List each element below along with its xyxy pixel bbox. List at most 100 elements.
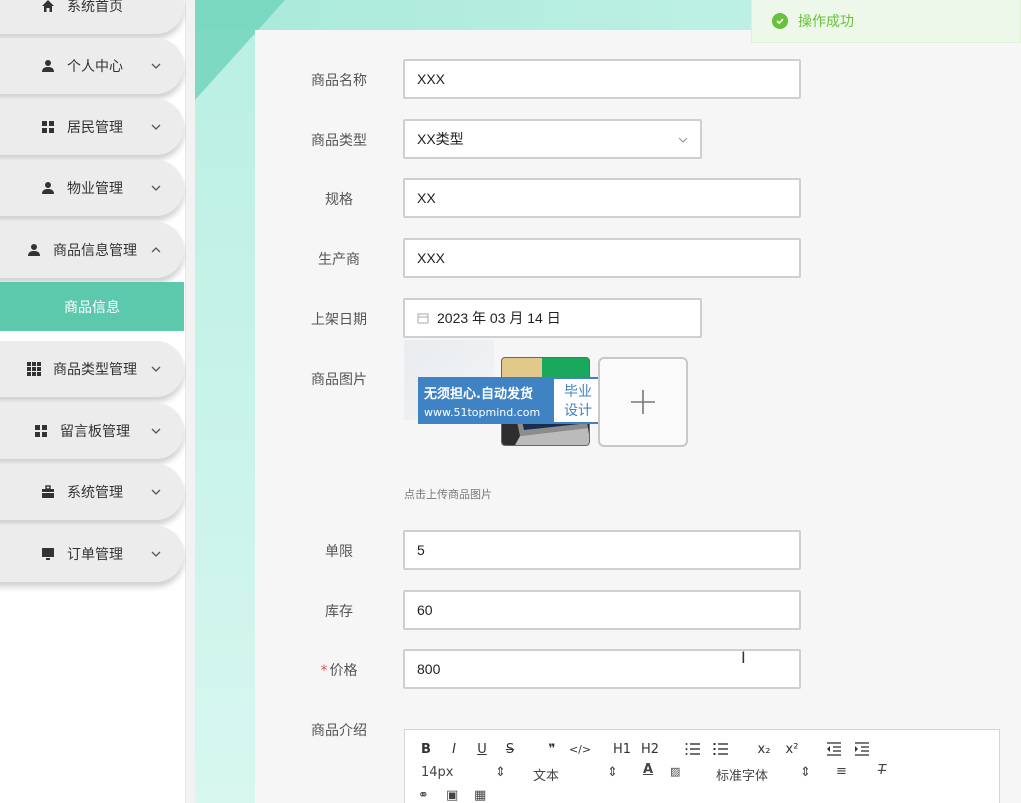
ordered-list-icon: [685, 743, 700, 755]
watermark-left: 无须担心.自动发货 www.51topmind.com: [418, 377, 552, 424]
font-family-value: 标准字体: [716, 769, 769, 784]
rich-text-editor[interactable]: [404, 729, 1000, 803]
product-intro-label: 商品介绍: [311, 723, 367, 739]
blockquote-button[interactable]: ❞: [543, 740, 561, 758]
subscript-button[interactable]: x₂: [754, 740, 774, 758]
home-icon: [41, 0, 55, 13]
chevron-down-icon: [151, 551, 161, 557]
indent-icon: [855, 742, 869, 756]
bold-button[interactable]: B: [417, 740, 435, 758]
underline-button[interactable]: U: [473, 740, 491, 758]
video-icon[interactable]: ▦: [474, 788, 486, 803]
link-icon[interactable]: ⚭: [418, 788, 429, 803]
product-name-input[interactable]: XXX: [403, 59, 801, 99]
sidebar-item-label: 系统管理: [67, 485, 123, 501]
grid-icon: [41, 120, 55, 134]
ordered-list-button[interactable]: [684, 740, 702, 758]
indent-button[interactable]: [853, 740, 871, 758]
sidebar-item-residents[interactable]: 居民管理: [0, 99, 184, 155]
outdent-icon: [827, 742, 841, 756]
clear-format-icon[interactable]: T̶: [878, 763, 886, 778]
bullet-list-icon: [713, 743, 728, 755]
sidebar-item-property[interactable]: 物业管理: [0, 160, 184, 216]
spec-input[interactable]: XX: [403, 178, 801, 218]
sidebar-subitem-product-info[interactable]: 商品信息: [0, 282, 184, 331]
watermark-right: 毕业设计: [552, 377, 601, 424]
image-icon[interactable]: ▣: [446, 788, 458, 803]
heading2-button[interactable]: H2: [640, 740, 660, 758]
bullet-list-button[interactable]: [712, 740, 730, 758]
sidebar-item-label: 居民管理: [67, 120, 123, 136]
watermark-line2: www.51topmind.com: [424, 406, 541, 419]
grid-icon: [34, 424, 48, 438]
calendar-icon: [417, 313, 429, 324]
font-family-select[interactable]: 标准字体: [716, 765, 768, 784]
sidebar-item-home[interactable]: 系统首页: [0, 0, 184, 34]
manufacturer-input[interactable]: XXX: [403, 238, 801, 278]
grid9-icon: [27, 362, 41, 376]
sidebar-item-product-type-mgmt[interactable]: 商品类型管理: [0, 341, 184, 397]
price-label: * 价格: [299, 660, 379, 680]
chevron-down-icon: [151, 185, 161, 191]
product-name-label: 商品名称: [311, 73, 367, 89]
product-type-select[interactable]: XX类型: [403, 119, 702, 159]
required-asterisk: *: [320, 663, 328, 679]
user-icon: [27, 243, 41, 257]
briefcase-icon: [41, 485, 55, 499]
watermark-line1: 无须担心.自动发货: [424, 387, 533, 402]
sidebar-item-message-board[interactable]: 留言板管理: [0, 403, 184, 459]
sidebar-item-label: 个人中心: [67, 59, 123, 75]
sidebar-item-product-info-mgmt[interactable]: 商品信息管理: [0, 222, 184, 278]
purchase-limit-label: 单限: [325, 544, 353, 560]
sidebar-item-system-mgmt[interactable]: 系统管理: [0, 464, 184, 520]
shelf-date-picker[interactable]: 2023 年 03 月 14 日: [403, 298, 702, 338]
plus-icon: [631, 390, 655, 414]
chevron-down-icon: [151, 366, 161, 372]
superscript-button[interactable]: x²: [782, 740, 802, 758]
chevron-down-icon: [151, 63, 161, 69]
chevron-down-icon: [151, 428, 161, 434]
product-name-value: XXX: [417, 71, 446, 87]
sidebar-subitem-label: 商品信息: [64, 299, 120, 316]
check-circle-icon: [772, 13, 788, 29]
font-family-arrow-icon: ⇕: [800, 765, 811, 780]
user-icon: [41, 181, 55, 195]
strike-button[interactable]: S: [501, 740, 519, 758]
sidebar-item-order-mgmt[interactable]: 订单管理: [0, 526, 184, 582]
italic-button[interactable]: I: [445, 740, 463, 758]
code-block-button[interactable]: </>: [569, 740, 591, 758]
sidebar-item-label: 商品信息管理: [53, 243, 137, 259]
sidebar-item-label: 留言板管理: [60, 424, 130, 440]
success-toast: 操作成功: [751, 0, 1021, 43]
stock-input[interactable]: 60: [403, 590, 801, 630]
purchase-limit-value: 5: [417, 542, 425, 558]
user-icon: [41, 59, 55, 73]
price-value: 800: [417, 661, 441, 677]
sidebar-item-label: 物业管理: [67, 181, 123, 197]
sidebar-item-personal-center[interactable]: 个人中心: [0, 38, 184, 94]
purchase-limit-input[interactable]: 5: [403, 530, 801, 570]
text-cursor-icon: I: [741, 648, 746, 667]
heading1-button[interactable]: H1: [612, 740, 632, 758]
font-size-value: 14px: [421, 765, 454, 780]
outdent-button[interactable]: [825, 740, 843, 758]
sidebar-item-label: 商品类型管理: [53, 362, 137, 378]
font-color-icon[interactable]: A: [643, 762, 653, 777]
chevron-down-icon: [678, 137, 688, 143]
chevron-up-icon: [151, 247, 161, 253]
toast-message: 操作成功: [798, 14, 854, 30]
sidebar: 系统首页 个人中心 居民管理 物业管理 商品信息管理 商品信息 商品类型管理 留…: [0, 0, 186, 803]
font-size-select[interactable]: 14px: [421, 765, 454, 780]
image-upload-button[interactable]: [598, 357, 688, 447]
text-style-select[interactable]: 文本: [533, 765, 559, 784]
shelf-date-value: 2023 年 03 月 14 日: [437, 310, 561, 326]
chevron-down-icon: [151, 489, 161, 495]
background-color-icon[interactable]: ▨: [670, 765, 680, 778]
align-left-icon[interactable]: ≡: [836, 764, 847, 779]
text-style-arrow-icon: ⇕: [607, 765, 618, 780]
watermark-banner: 无须担心.自动发货 www.51topmind.com 毕业设计: [418, 377, 601, 424]
manufacturer-label: 生产商: [318, 252, 360, 268]
sidebar-item-label: 订单管理: [67, 547, 123, 563]
decorative-side-band: [195, 0, 255, 803]
price-label-text: 价格: [329, 663, 358, 679]
